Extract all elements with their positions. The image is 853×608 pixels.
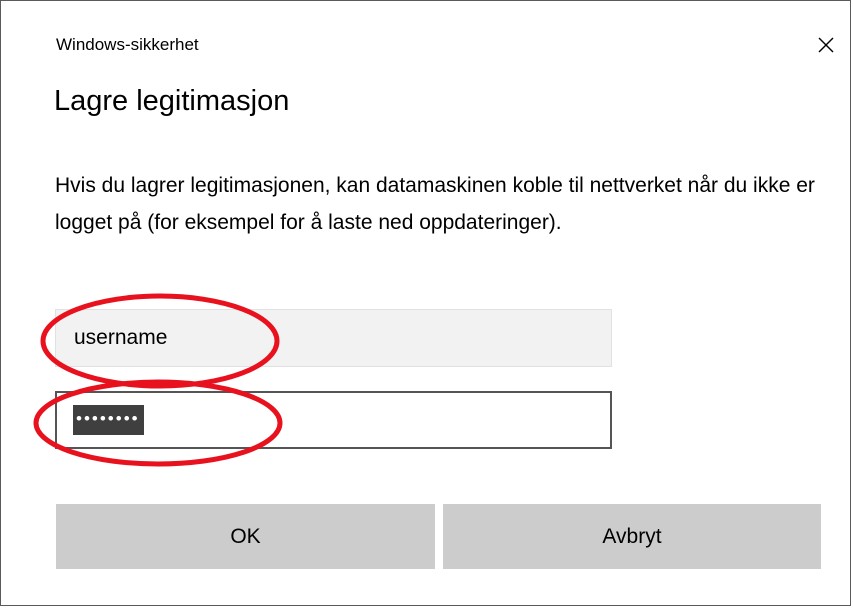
- cancel-button[interactable]: Avbryt: [443, 504, 821, 569]
- password-field[interactable]: ••••••••: [55, 391, 612, 449]
- save-credentials-dialog: Windows-sikkerhet Lagre legitimasjon Hvi…: [0, 0, 851, 606]
- close-button[interactable]: [809, 28, 843, 62]
- ok-button[interactable]: OK: [56, 504, 435, 569]
- window-title: Windows-sikkerhet: [56, 35, 199, 54]
- close-icon: [818, 37, 834, 53]
- username-field[interactable]: [55, 309, 612, 367]
- dialog-heading: Lagre legitimasjon: [54, 85, 290, 117]
- password-masked-text: ••••••••: [73, 405, 144, 435]
- dialog-description: Hvis du lagrer legitimasjonen, kan datam…: [55, 174, 815, 234]
